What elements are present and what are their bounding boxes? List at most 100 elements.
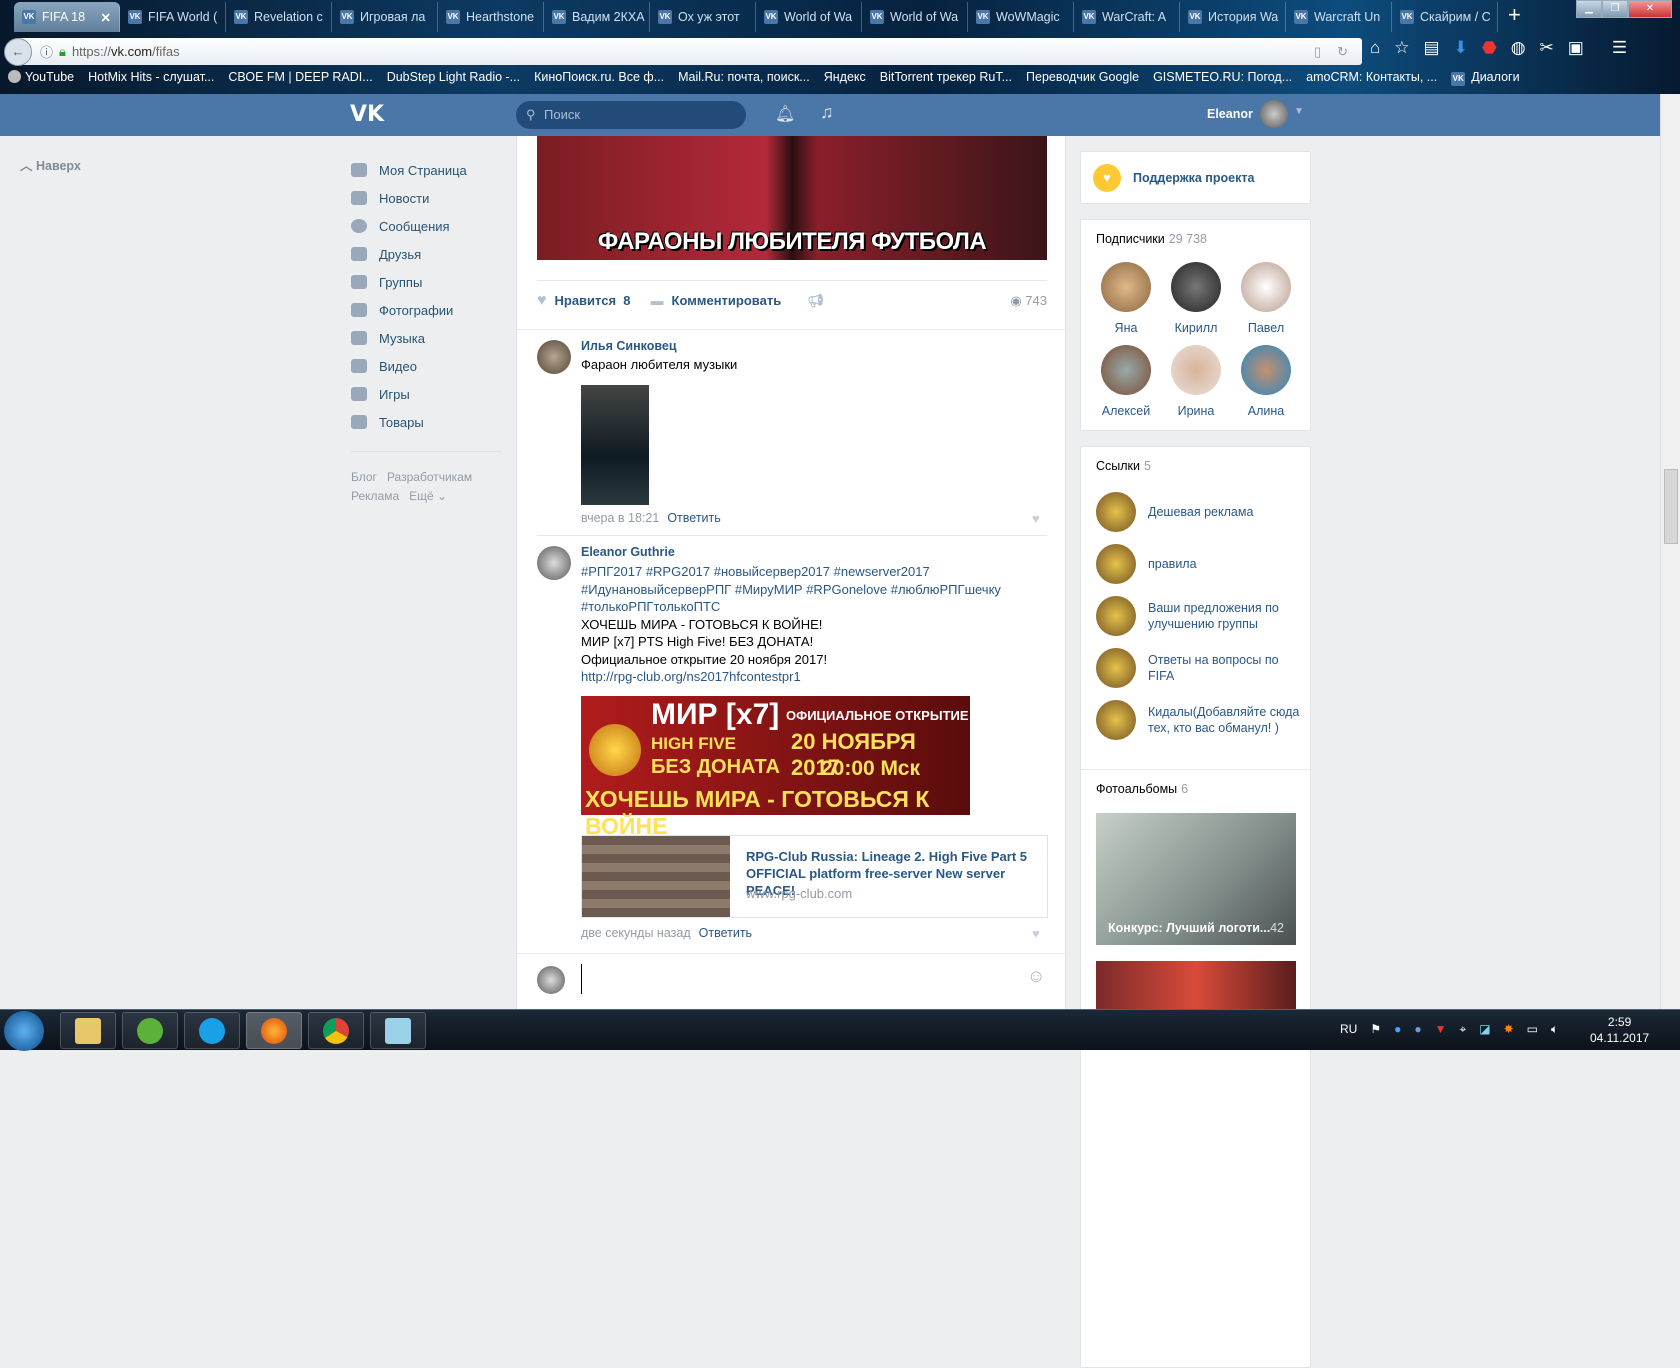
nav-friends[interactable]: Друзья [351, 240, 467, 268]
bell-icon[interactable]: 🔔︎ [775, 104, 795, 124]
clock[interactable]: 2:59 04.11.2017 [1590, 1014, 1649, 1046]
album-cover[interactable]: Конкурс: Лучший логоти... 42 [1096, 813, 1296, 945]
reload-icon[interactable]: ↻ [1337, 44, 1348, 60]
firefox-taskbar-button[interactable] [246, 1012, 302, 1049]
scrollbar-thumb[interactable] [1664, 469, 1678, 544]
volume-icon[interactable]: 🔈︎ [1551, 1022, 1558, 1037]
link-item[interactable]: правила [1096, 544, 1301, 584]
link-item[interactable]: Кидалы(Добавляйте сюда тех, кто вас обма… [1096, 700, 1301, 740]
avatar[interactable] [1260, 100, 1288, 128]
nav-news[interactable]: Новости [351, 184, 467, 212]
share-icon[interactable]: 📢︎ [807, 293, 824, 309]
utorrent-taskbar-button[interactable] [122, 1012, 178, 1049]
extension-icon[interactable]: ◍ [1511, 38, 1526, 58]
promo-banner[interactable]: МИР [x7] ОФИЦИАЛЬНОЕ ОТКРЫТИЕ HIGH FIVE … [581, 696, 970, 839]
comment-time[interactable]: вчера в 18:21 [581, 511, 659, 525]
bookmark[interactable]: Mail.Ru: почта, поиск... [678, 70, 810, 86]
post-link[interactable]: http://rpg-club.org/ns2017hfcontestpr1 [581, 668, 1051, 686]
tab[interactable]: VK Ох уж этот [650, 2, 756, 32]
nav-video[interactable]: Видео [351, 352, 467, 380]
bookmark[interactable]: amoCRM: Контакты, ... [1306, 70, 1437, 86]
link-item[interactable]: Дешевая реклама [1096, 492, 1301, 532]
bookmark[interactable]: YouTube [8, 70, 74, 86]
like-button[interactable]: Нравится [555, 293, 617, 308]
tab[interactable]: VK Скайрим / С [1392, 2, 1498, 32]
heart-icon[interactable]: ♥ [1032, 926, 1040, 941]
subscriber[interactable]: Павел [1231, 262, 1301, 335]
notes-taskbar-button[interactable] [370, 1012, 426, 1049]
card-title[interactable]: Ссылки 5 [1096, 459, 1151, 473]
link-blog[interactable]: Блог [351, 470, 377, 484]
tab[interactable]: VK История Wa [1180, 2, 1286, 32]
avast-icon[interactable]: ✸ [1504, 1022, 1514, 1037]
link-item[interactable]: Ваши предложения по улучшению группы [1096, 596, 1301, 636]
menu-icon[interactable]: ☰ [1612, 38, 1627, 58]
link-more[interactable]: Ещё ⌄ [409, 489, 447, 503]
nav-games[interactable]: Игры [351, 380, 467, 408]
tab[interactable]: VK WarCraft: A [1074, 2, 1180, 32]
tab[interactable]: VK Warcraft Un [1286, 2, 1392, 32]
bookmark[interactable]: BitTorrent трекер RuT... [880, 70, 1012, 86]
post-image[interactable]: ФАРАОНЫ ЛЮБИТЕЛЯ ФУТБОЛА [537, 136, 1047, 260]
screenshot-icon[interactable]: ✂ [1540, 38, 1554, 58]
user-name[interactable]: Eleanor [1207, 107, 1253, 121]
explorer-taskbar-button[interactable] [60, 1012, 116, 1049]
vk-logo[interactable]: VK [350, 102, 384, 127]
bookmarks-list-icon[interactable]: ▤ [1424, 38, 1440, 58]
maximize-button[interactable]: ❐ [1602, 0, 1628, 18]
url-text[interactable]: https://vk.com/fifas [72, 44, 180, 59]
network-icon[interactable]: ▭ [1527, 1022, 1538, 1037]
reply-link[interactable]: Ответить [667, 511, 720, 525]
scroll-to-top[interactable]: ︿ Наверх [20, 155, 81, 174]
avatar[interactable] [537, 546, 571, 580]
chevron-down-icon[interactable]: ▼ [1294, 106, 1304, 117]
v-icon[interactable]: ▼ [1435, 1022, 1447, 1037]
hashtags[interactable]: #РПГ2017 #RPG2017 #новыйсервер2017 #news… [581, 563, 1051, 581]
bookmark[interactable]: HotMix Hits - слушат... [88, 70, 214, 86]
flag-icon[interactable]: ⚑ [1370, 1022, 1381, 1037]
app-tray-icon[interactable]: ● [1394, 1022, 1401, 1037]
minimize-button[interactable]: ▁ [1576, 0, 1602, 18]
extension-icon[interactable]: ▣ [1568, 38, 1584, 58]
nav-music[interactable]: Музыка [351, 324, 467, 352]
steam-icon[interactable]: ● [1414, 1022, 1421, 1037]
subscriber[interactable]: Кирилл [1161, 262, 1231, 335]
tab[interactable]: VK Hearthstone [438, 2, 544, 32]
search-input[interactable]: Поиск [516, 101, 746, 129]
chrome-taskbar-button[interactable] [308, 1012, 364, 1049]
comment-time[interactable]: две секунды назад [581, 926, 691, 940]
address-bar[interactable]: ← ⓘ 🔒︎ https://vk.com/fifas ▯ ↻ [4, 37, 1362, 66]
avatar[interactable] [537, 340, 571, 374]
card-title[interactable]: Фотоальбомы 6 [1096, 782, 1188, 796]
bookmark-star-icon[interactable]: ☆ [1394, 38, 1409, 58]
tab[interactable]: VK Вадим 2КХА [544, 2, 650, 32]
tab[interactable]: VK Игровая ла [332, 2, 438, 32]
tab[interactable]: VK WoWMagic [968, 2, 1074, 32]
language-indicator[interactable]: RU [1340, 1022, 1357, 1037]
start-button[interactable] [4, 1011, 44, 1051]
scrollbar[interactable] [1660, 94, 1680, 1009]
bookmark[interactable]: Яндекс [824, 70, 866, 86]
comment-button[interactable]: Комментировать [672, 293, 782, 308]
bookmark[interactable]: КиноПоиск.ru. Все ф... [534, 70, 664, 86]
tab[interactable]: VK World of Wa [862, 2, 968, 32]
subscriber[interactable]: Ирина [1161, 345, 1231, 418]
comment-input[interactable] [581, 964, 1001, 994]
heart-icon[interactable]: ♥ [537, 292, 547, 310]
download-icon[interactable]: ⬇ [1454, 38, 1468, 58]
new-tab-button[interactable]: + [1498, 0, 1531, 33]
bookmark[interactable]: СВОЕ FM | DEEP RADI... [228, 70, 372, 86]
emoji-icon[interactable]: ☺ [1027, 966, 1045, 987]
link-developers[interactable]: Разработчикам [387, 470, 472, 484]
subscriber[interactable]: Яна [1091, 262, 1161, 335]
link-item[interactable]: Ответы на вопросы по FIFA [1096, 648, 1301, 688]
adblock-icon[interactable]: ⬣ [1482, 38, 1497, 58]
link-snippet[interactable]: RPG-Club Russia: Lineage 2. High Five Pa… [581, 835, 1048, 918]
tab[interactable]: VK World of Wa [756, 2, 862, 32]
nav-groups[interactable]: Группы [351, 268, 467, 296]
bookmark[interactable]: GISMETEO.RU: Погод... [1153, 70, 1292, 86]
close-tab-icon[interactable]: ✕ [101, 10, 111, 25]
comment-author[interactable]: Eleanor Guthrie [581, 545, 675, 559]
satellite-icon[interactable]: ⌖ [1460, 1022, 1467, 1037]
nav-my-page[interactable]: Моя Страница [351, 156, 467, 184]
